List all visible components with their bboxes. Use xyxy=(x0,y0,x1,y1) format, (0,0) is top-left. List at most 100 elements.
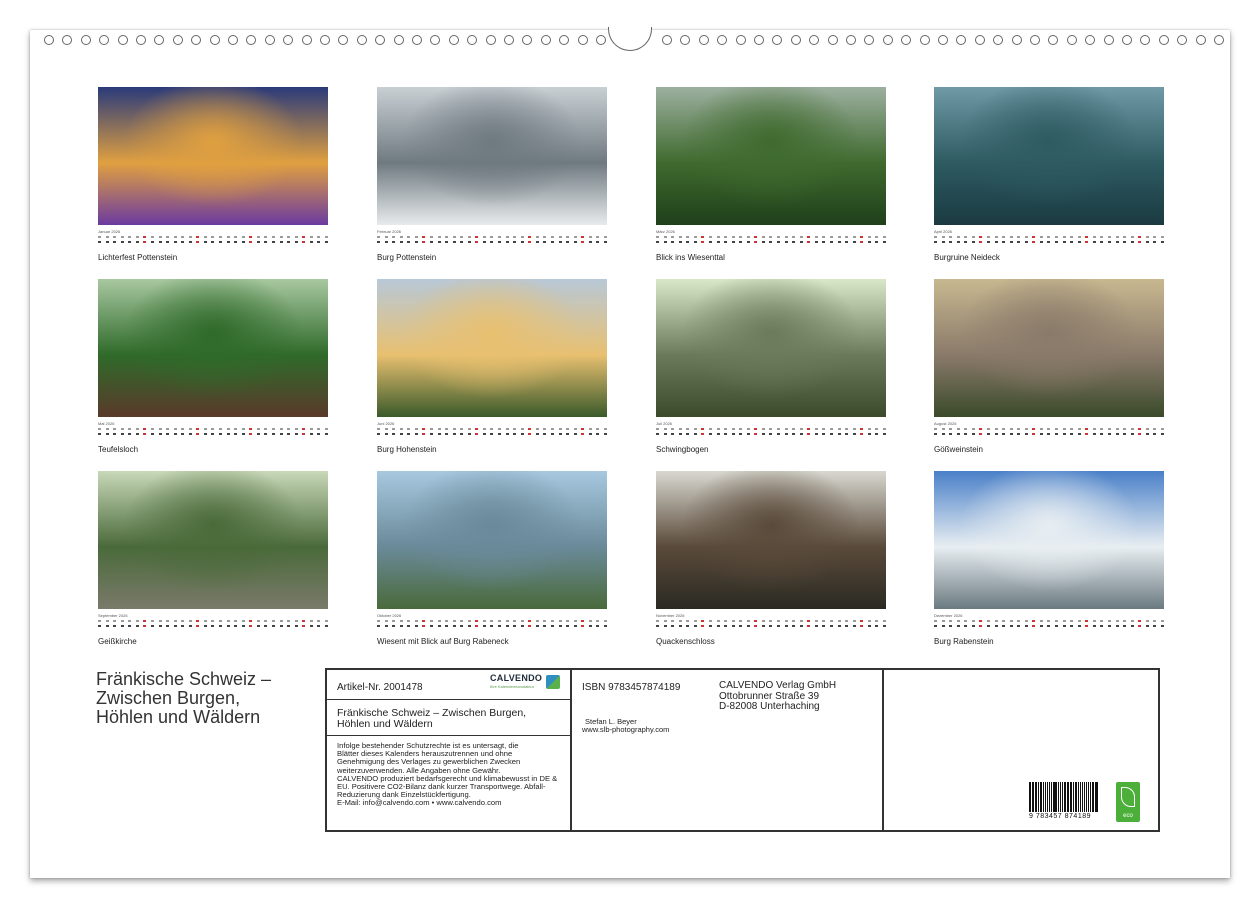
calvendo-logo: CALVENDO Ihre Kalendermanufaktur xyxy=(490,673,560,693)
binding-ring xyxy=(846,35,856,45)
month-tile: September 2026 Geißkirche xyxy=(98,471,328,646)
binding-ring xyxy=(522,35,533,45)
date-row xyxy=(98,625,328,629)
month-label: Oktober 2026 xyxy=(377,613,402,618)
eco-leaf-icon: eco xyxy=(1116,782,1140,822)
photo-caption: Lichterfest Pottenstein xyxy=(98,253,178,262)
binding-ring xyxy=(974,35,985,45)
month-tile: Dezember 2026 Burg Rabenstein xyxy=(934,471,1164,646)
date-row xyxy=(934,241,1164,245)
binding-ring xyxy=(559,35,570,45)
binding-ring xyxy=(540,35,551,45)
title-line-2: Zwischen Burgen, xyxy=(96,688,241,708)
product-info-box: Artikel-Nr. 2001478 CALVENDO Ihre Kalend… xyxy=(325,668,1160,832)
binding-ring xyxy=(44,35,54,45)
binding-ring xyxy=(1140,35,1151,45)
icy-cave-photo xyxy=(656,471,886,609)
binding-ring xyxy=(919,35,930,45)
photo-caption: Wiesent mit Blick auf Burg Rabeneck xyxy=(377,637,509,646)
binding-ring xyxy=(136,35,146,45)
town-basilica-photo xyxy=(934,279,1164,417)
month-tile: März 2026 Blick ins Wiesenttal xyxy=(656,87,886,262)
binding-ring xyxy=(393,35,404,45)
month-label: November 2026 xyxy=(656,613,685,618)
photo-caption: Burg Rabenstein xyxy=(934,637,994,646)
binding-ring xyxy=(901,35,912,45)
weekday-row xyxy=(377,428,607,432)
month-label: Mai 2026 xyxy=(98,421,115,426)
photo-caption: Teufelsloch xyxy=(98,445,139,454)
publisher-address: CALVENDO Verlag GmbH Ottobrunner Straße … xyxy=(719,680,837,713)
binding-ring xyxy=(467,35,478,45)
info-column-right: 9 783457 874189 eco xyxy=(884,670,1158,830)
binding-ring xyxy=(993,35,1004,45)
weekday-row xyxy=(377,236,607,240)
publisher-line: CALVENDO Verlag GmbH xyxy=(719,680,837,691)
title-line-1: Fränkische Schweiz – xyxy=(96,669,272,689)
binding-ring xyxy=(864,35,875,45)
river-fog-photo xyxy=(377,471,607,609)
hanger-hook xyxy=(608,27,652,51)
weekday-row xyxy=(377,620,607,624)
author-website: www.slb-photography.com xyxy=(582,725,670,734)
forest-rock-photo xyxy=(98,471,328,609)
binding-ring xyxy=(938,35,948,45)
binding-ring xyxy=(1195,35,1206,45)
binding-ring xyxy=(1048,35,1059,45)
date-row xyxy=(377,433,607,437)
date-row xyxy=(98,433,328,437)
month-label: Juni 2026 xyxy=(377,421,395,426)
weekday-row xyxy=(98,236,328,240)
binding-ring xyxy=(662,35,672,45)
binding-ring xyxy=(228,35,238,45)
binding-ring xyxy=(717,35,728,45)
binding-ring xyxy=(1085,35,1096,45)
weekday-row xyxy=(934,620,1164,624)
month-tile: Februar 2026 Burg Pottenstein xyxy=(377,87,607,262)
binding-ring xyxy=(485,35,496,45)
month-label: April 2026 xyxy=(934,229,953,234)
month-label: Januar 2026 xyxy=(98,229,121,234)
binding-ring xyxy=(338,35,349,45)
publisher-line: D-82008 Unterhaching xyxy=(719,701,820,712)
binding-ring xyxy=(246,35,257,45)
binding-ring xyxy=(62,35,73,45)
month-tile: Mai 2026 Teufelsloch xyxy=(98,279,328,454)
photo-caption: Burg Hohenstein xyxy=(377,445,437,454)
weekday-row xyxy=(98,620,328,624)
date-row xyxy=(934,433,1164,437)
title-line-3: Höhlen und Wäldern xyxy=(96,707,261,727)
leaf-icon xyxy=(1121,787,1135,807)
winter-castle-photo xyxy=(934,471,1164,609)
calendar-title: Fränkische Schweiz – Zwischen Burgen, Hö… xyxy=(96,670,316,727)
binding-ring xyxy=(754,35,764,45)
binding-ring xyxy=(735,35,746,45)
barcode-icon xyxy=(1029,782,1099,812)
month-tile: Januar 2026 Lichterfest Pottenstein xyxy=(98,87,328,262)
month-label: Dezember 2026 xyxy=(934,613,963,618)
eco-label: eco xyxy=(1123,813,1133,819)
month-label: März 2026 xyxy=(656,229,675,234)
date-row xyxy=(656,433,886,437)
binding-ring xyxy=(577,35,588,45)
weekday-row xyxy=(656,428,886,432)
photo-caption: Geißkirche xyxy=(98,637,137,646)
binding-ring xyxy=(448,35,459,45)
legal-line: E-Mail: info@calvendo.com • www.calvendo… xyxy=(337,798,502,808)
product-title-line-2: Höhlen und Wäldern xyxy=(337,718,433,730)
date-row xyxy=(98,241,328,245)
month-tile: Juni 2026 Burg Hohenstein xyxy=(377,279,607,454)
photo-caption: Burgruine Neideck xyxy=(934,253,1000,262)
binding-ring xyxy=(80,35,91,45)
forest-ferns-photo xyxy=(98,279,328,417)
binding-ring xyxy=(375,35,386,45)
date-row xyxy=(377,625,607,629)
info-column-left: Artikel-Nr. 2001478 CALVENDO Ihre Kalend… xyxy=(327,670,572,830)
legal-notice: Infolge bestehender Schutzrechte ist es … xyxy=(327,736,567,808)
binding-ring xyxy=(209,35,220,45)
barcode: 9 783457 874189 xyxy=(1029,782,1099,820)
month-tile: April 2026 Burgruine Neideck xyxy=(934,87,1164,262)
binding-ring xyxy=(1103,35,1114,45)
binding-ring xyxy=(1177,35,1188,45)
binding-ring xyxy=(1066,35,1077,45)
